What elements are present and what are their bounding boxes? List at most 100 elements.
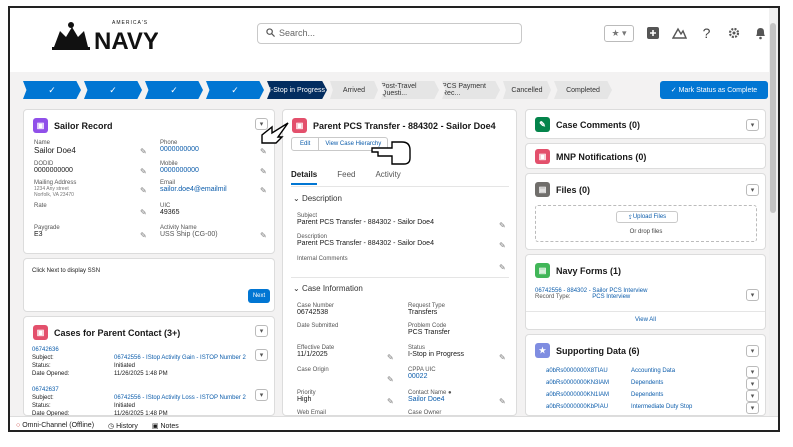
path-stage[interactable]: Cancelled xyxy=(503,81,551,99)
help-icon[interactable]: ? xyxy=(698,25,715,42)
email-value[interactable]: sailor.doe4@emailmil xyxy=(160,186,227,193)
supporting-data-link[interactable]: a0bRs0000000KN1IAM xyxy=(546,392,609,398)
upload-files-button[interactable]: ⇪ Upload Files xyxy=(616,211,678,223)
status-label: Status: xyxy=(32,403,51,409)
case-icon: ▣ xyxy=(33,325,48,340)
mark-status-complete-button[interactable]: ✓ Mark Status as Complete xyxy=(660,81,768,99)
case-opened-value: 11/26/2025 1:48 PM xyxy=(114,371,168,377)
omni-channel-button[interactable]: ○ Omni-Channel (Offline) xyxy=(16,422,94,429)
pencil-icon[interactable]: ✎ xyxy=(387,397,394,406)
tab-details[interactable]: Details xyxy=(291,170,318,185)
pencil-icon[interactable]: ✎ xyxy=(499,221,506,230)
gear-icon[interactable] xyxy=(725,25,742,42)
next-button[interactable]: Next xyxy=(248,289,270,303)
supporting-data-link[interactable]: a0bRs0000000KN3IAM xyxy=(546,380,609,386)
path-stage[interactable]: PCS Payment Rec... xyxy=(442,81,500,99)
history-button[interactable]: ◷ History xyxy=(108,422,138,430)
tab-activity[interactable]: Activity xyxy=(375,170,400,185)
path-stage[interactable]: ✓ xyxy=(23,81,81,99)
mailing-value: 1234 Any street Norfolk, VA 23470 xyxy=(34,186,74,198)
pencil-icon[interactable]: ✎ xyxy=(499,353,506,362)
navy-form-row-menu-button[interactable]: ▾ xyxy=(746,289,759,301)
supporting-row-menu-button[interactable]: ▾ xyxy=(746,378,759,390)
supporting-data-menu-button[interactable]: ▾ xyxy=(746,345,759,357)
avatar-icon[interactable]: ⚓ xyxy=(779,22,780,44)
ssn-text: Click Next to display SSN xyxy=(32,268,101,274)
contact-name-value[interactable]: Sailor Doe4 xyxy=(408,396,452,403)
page-scrollbar[interactable] xyxy=(769,8,778,416)
cases-menu-button[interactable]: ▾ xyxy=(255,325,268,337)
sailor-record-title: Sailor Record xyxy=(54,120,113,131)
path-stage[interactable]: ✓ xyxy=(145,81,203,99)
case-title: Parent PCS Transfer - 884302 - Sailor Do… xyxy=(313,120,496,131)
cases-card: ▣ Cases for Parent Contact (3+) ▾ ▾ ▾ 06… xyxy=(23,316,275,417)
view-all-link[interactable]: View All xyxy=(526,317,765,323)
status-label: Status: xyxy=(32,363,51,369)
mnp-notifications-title: MNP Notifications (0) xyxy=(556,151,647,162)
pencil-icon[interactable]: ✎ xyxy=(387,353,394,362)
mnp-notifications-card: ▣ MNP Notifications (0) xyxy=(525,143,766,169)
notes-button[interactable]: ▣ Notes xyxy=(152,422,179,430)
case-row-menu-button[interactable]: ▾ xyxy=(255,349,268,361)
global-header: AMERICA'S NAVY Search... ★ ▾ ? ⚓ xyxy=(10,8,778,72)
case-number-link[interactable]: 06742637 xyxy=(32,387,59,393)
case-number-link[interactable]: 06742636 xyxy=(32,347,59,353)
supporting-row-menu-button[interactable]: ▾ xyxy=(746,390,759,402)
trailhead-icon[interactable] xyxy=(671,25,688,42)
global-search-input[interactable]: Search... xyxy=(257,23,522,44)
utility-bar: ○ Omni-Channel (Offline) ◷ History ▣ Not… xyxy=(10,416,778,430)
tab-feed[interactable]: Feed xyxy=(337,170,355,185)
bell-icon[interactable] xyxy=(752,25,769,42)
phone-value[interactable]: 0000000000 xyxy=(160,146,199,153)
path-stage[interactable]: Completed xyxy=(554,81,612,99)
path-stage[interactable]: ✓ xyxy=(84,81,142,99)
supporting-row-menu-button[interactable]: ▾ xyxy=(746,402,759,414)
record-type-value: PCS Interview xyxy=(592,294,631,300)
uic-value: 49365 xyxy=(160,209,180,216)
path-stage[interactable]: Post-Travel Questi... xyxy=(381,81,439,99)
pencil-icon[interactable]: ✎ xyxy=(140,147,147,156)
scrollbar-thumb[interactable] xyxy=(770,23,776,213)
case-row-menu-button[interactable]: ▾ xyxy=(255,389,268,401)
pencil-icon[interactable]: ✎ xyxy=(499,397,506,406)
description-section-header[interactable]: ⌄ Description xyxy=(293,194,342,203)
path-stage[interactable]: Arrived xyxy=(330,81,378,99)
pencil-icon[interactable]: ✎ xyxy=(499,241,506,250)
navy-logo[interactable]: AMERICA'S NAVY xyxy=(50,17,159,55)
pencil-icon[interactable]: ✎ xyxy=(260,167,267,176)
supporting-data-link[interactable]: a0bRs0000000KbPIAU xyxy=(546,404,608,410)
sailor-record-card: ▣ Sailor Record ▾ Name Sailor Doe4 ✎ Phon… xyxy=(23,109,275,254)
file-drop-zone[interactable]: ⇪ Upload Files Or drop files xyxy=(535,205,757,242)
path-stage[interactable]: I-Stop in Progress xyxy=(267,81,327,99)
pencil-icon[interactable]: ✎ xyxy=(140,208,147,217)
case-information-section-header[interactable]: ⌄ Case Information xyxy=(293,284,363,293)
subject-value: Parent PCS Transfer - 884302 - Sailor Do… xyxy=(297,219,434,226)
pencil-icon[interactable]: ✎ xyxy=(140,167,147,176)
mobile-value[interactable]: 0000000000 xyxy=(160,167,199,174)
supporting-row-menu-button[interactable]: ▾ xyxy=(746,366,759,378)
supporting-data-link[interactable]: a0bRs0000000X8TIAU xyxy=(546,368,608,374)
header-icons: ★ ▾ ? ⚓ xyxy=(604,21,780,45)
pencil-icon[interactable]: ✎ xyxy=(260,231,267,240)
pencil-icon[interactable]: ✎ xyxy=(260,147,267,156)
ssn-card: Click Next to display SSN Next xyxy=(23,258,275,312)
files-icon: ▤ xyxy=(535,182,550,197)
pencil-icon[interactable]: ✎ xyxy=(140,231,147,240)
pencil-icon[interactable]: ✎ xyxy=(140,186,147,195)
pencil-icon[interactable]: ✎ xyxy=(499,263,506,272)
favorites-button[interactable]: ★ ▾ xyxy=(604,24,634,42)
add-icon[interactable] xyxy=(644,25,661,42)
files-title: Files (0) xyxy=(556,184,591,195)
chevron-down-icon: ⌄ xyxy=(293,284,302,293)
supporting-data-type: Intermediate Duty Stop xyxy=(631,404,693,410)
record-type-label: Record Type: xyxy=(535,294,571,300)
case-comments-menu-button[interactable]: ▾ xyxy=(746,119,759,131)
files-menu-button[interactable]: ▾ xyxy=(746,184,759,196)
path-stage[interactable]: ✓ xyxy=(206,81,264,99)
edit-button[interactable]: Edit xyxy=(292,138,320,150)
pencil-icon[interactable]: ✎ xyxy=(387,375,394,384)
pencil-icon[interactable]: ✎ xyxy=(260,186,267,195)
drop-files-text: Or drop files xyxy=(629,229,663,235)
rate-label: Rate xyxy=(34,203,47,209)
cppa-uic-value[interactable]: 00022 xyxy=(408,373,436,380)
